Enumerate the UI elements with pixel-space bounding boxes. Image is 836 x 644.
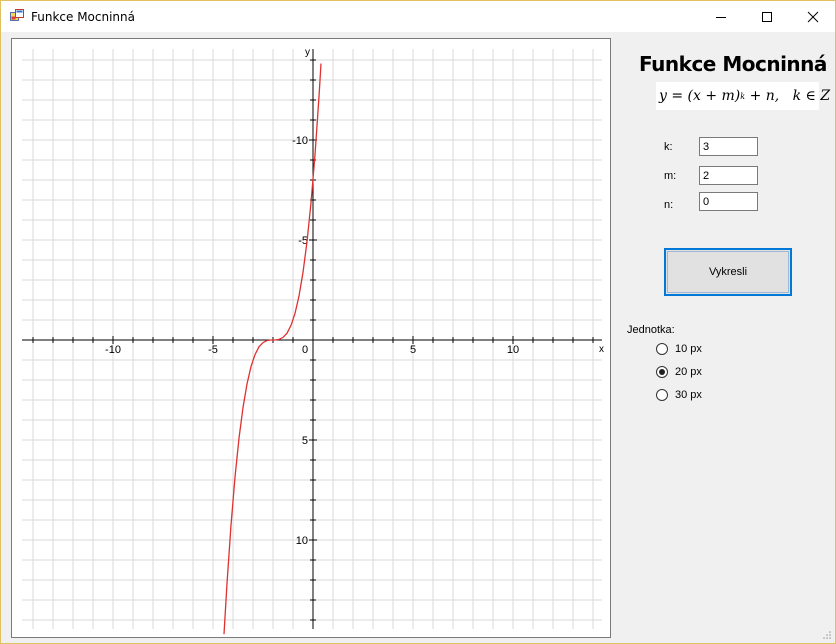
formula-condition: k ∈ Z [792,88,831,104]
function-plot: -10 -5 0 5 10105-5-10xy [22,47,604,635]
x-tick-label: 0 [302,344,308,356]
k-label: k: [664,141,673,153]
unit-option-label: 30 px [675,389,702,401]
formula-lhs: y = (x + m) [659,88,741,104]
plot-area[interactable]: -10 -5 0 5 10 10 5 -5 -10 x y [11,38,611,638]
draw-button[interactable]: Vykresli [664,248,792,296]
y-axis-label: y [305,47,310,58]
m-input[interactable] [699,166,758,185]
maximize-icon [762,11,772,22]
unit-option-label: 20 px [675,366,702,378]
app-heading: Funkce Mocninná [639,52,827,76]
app-window: Funkce Mocninná -10 -5 0 5 10 10 5 -5 -10 x y Funk… [0,0,836,644]
y-tick-label: -10 [292,135,308,147]
close-button[interactable] [790,1,836,32]
x-tick-label: -10 [105,344,121,356]
m-label: m: [664,170,677,182]
k-input[interactable] [699,137,758,156]
minimize-icon [716,16,726,18]
unit-label: Jednotka: [627,324,675,336]
unit-option-30[interactable]: 30 px [656,387,702,403]
x-tick-label: -5 [208,344,218,356]
radio-button-selected[interactable] [656,366,668,378]
window-title: Funkce Mocninná [31,10,135,24]
x-tick-label: 5 [410,344,416,356]
x-axis-label: x [599,344,604,355]
formula-exponent: k [740,91,746,101]
unit-option-10[interactable]: 10 px [656,341,702,357]
close-icon [807,11,819,22]
maximize-button[interactable] [744,1,790,32]
unit-option-label: 10 px [675,343,702,355]
y-tick-label: 10 [296,535,308,547]
radio-button[interactable] [656,343,668,355]
n-label: n: [664,199,674,211]
minimize-button[interactable] [698,1,744,32]
n-input[interactable] [699,192,758,211]
unit-option-20[interactable]: 20 px [656,364,702,380]
title-bar[interactable]: Funkce Mocninná [1,1,835,32]
app-icon [10,9,24,21]
x-tick-label: 10 [507,344,519,356]
formula-rhs: + n, [749,88,780,104]
resize-grip-icon[interactable] [822,630,832,640]
formula-image: y = (x + m) k + n, k ∈ Z [656,82,830,110]
y-tick-label: 5 [302,435,308,447]
radio-button[interactable] [656,389,668,401]
